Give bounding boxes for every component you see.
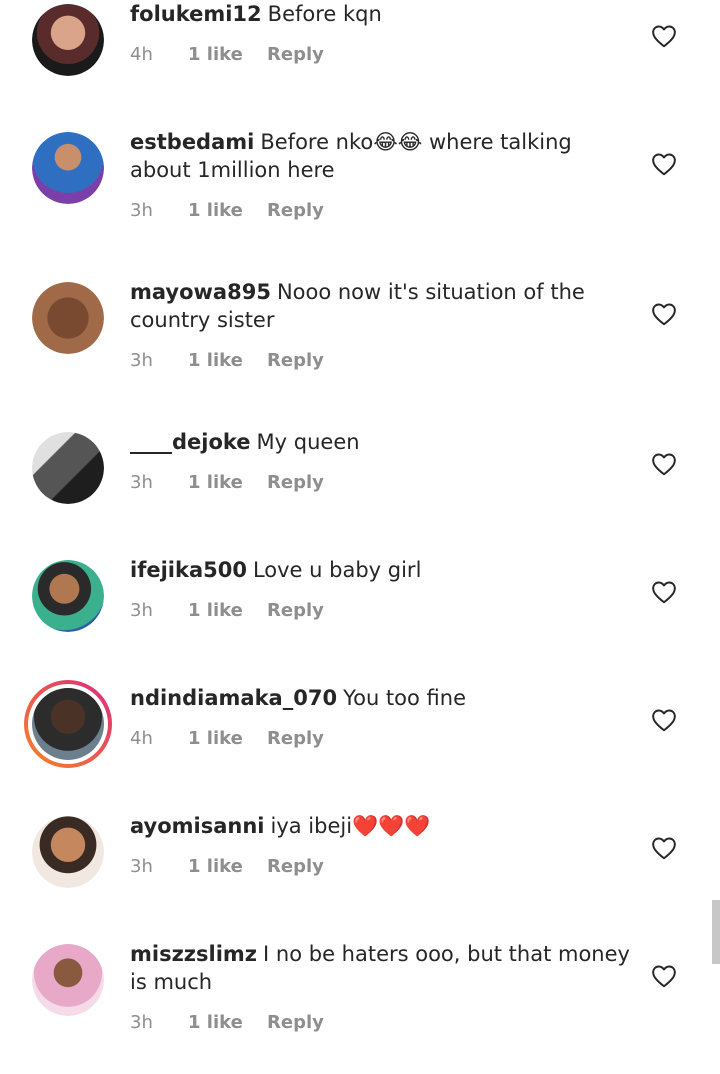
- comment-meta: 3h 1 like Reply: [130, 856, 324, 877]
- comment-time: 4h: [130, 728, 153, 749]
- comment-time: 3h: [130, 1012, 153, 1033]
- story-avatar[interactable]: [24, 680, 112, 768]
- reply-button[interactable]: Reply: [267, 200, 324, 221]
- heart-outline-icon[interactable]: [651, 302, 677, 326]
- reply-button[interactable]: Reply: [267, 856, 324, 877]
- comment-meta: 3h 1 like Reply: [130, 472, 324, 493]
- comment-time: 3h: [130, 200, 153, 221]
- comment-username[interactable]: ndindiamaka_070: [130, 686, 337, 710]
- comment-meta: 4h 1 like Reply: [130, 44, 324, 65]
- comment-meta: 4h 1 like Reply: [130, 728, 324, 749]
- comment-time: 3h: [130, 350, 153, 371]
- comment-text: miszzslimz I no be haters ooo, but that m…: [130, 940, 630, 996]
- comment-likes[interactable]: 1 like: [188, 472, 267, 493]
- avatar[interactable]: [32, 282, 104, 354]
- comment-text: ayomisanni iya ibeji❤️❤️❤️: [130, 812, 630, 840]
- reply-button[interactable]: Reply: [267, 600, 324, 621]
- avatar[interactable]: [32, 4, 104, 76]
- comment-body: iya ibeji❤️❤️❤️: [270, 814, 431, 838]
- comment-text: folukemi12 Before kqn: [130, 0, 630, 28]
- comment-text: mayowa895 Nooo now it's situation of the …: [130, 278, 630, 334]
- reply-button[interactable]: Reply: [267, 1012, 324, 1033]
- avatar[interactable]: [32, 560, 104, 632]
- heart-outline-icon[interactable]: [651, 836, 677, 860]
- comment-text: ifejika500 Love u baby girl: [130, 556, 630, 584]
- reply-button[interactable]: Reply: [267, 350, 324, 371]
- comment-body: My queen: [256, 430, 360, 454]
- heart-outline-icon[interactable]: [651, 964, 677, 988]
- comment-meta: 3h 1 like Reply: [130, 1012, 324, 1033]
- comment-body: You too fine: [343, 686, 466, 710]
- avatar[interactable]: [32, 944, 104, 1016]
- comment-time: 3h: [130, 856, 153, 877]
- comment-username[interactable]: ____dejoke: [130, 430, 251, 454]
- comment-text: ndindiamaka_070 You too fine: [130, 684, 630, 712]
- heart-outline-icon[interactable]: [651, 708, 677, 732]
- comment-likes[interactable]: 1 like: [188, 728, 267, 749]
- comment-likes[interactable]: 1 like: [188, 856, 267, 877]
- comment-text: ____dejoke My queen: [130, 428, 630, 456]
- comment-time: 3h: [130, 472, 153, 493]
- heart-outline-icon[interactable]: [651, 580, 677, 604]
- heart-outline-icon[interactable]: [651, 452, 677, 476]
- avatar[interactable]: [32, 132, 104, 204]
- heart-outline-icon[interactable]: [651, 24, 677, 48]
- comment-meta: 3h 1 like Reply: [130, 350, 324, 371]
- comment-likes[interactable]: 1 like: [188, 200, 267, 221]
- comment-likes[interactable]: 1 like: [188, 350, 267, 371]
- comment-username[interactable]: miszzslimz: [130, 942, 257, 966]
- avatar[interactable]: [32, 432, 104, 504]
- comment-time: 4h: [130, 44, 153, 65]
- comment-text: estbedami Before nko😂😂 where talking abou…: [130, 128, 630, 184]
- comment-body: Before kqn: [267, 2, 382, 26]
- comment-username[interactable]: ayomisanni: [130, 814, 265, 838]
- avatar[interactable]: [32, 816, 104, 888]
- comment-likes[interactable]: 1 like: [188, 600, 267, 621]
- heart-outline-icon[interactable]: [651, 152, 677, 176]
- comment-username[interactable]: folukemi12: [130, 2, 262, 26]
- comment-username[interactable]: estbedami: [130, 130, 254, 154]
- comment-meta: 3h 1 like Reply: [130, 200, 324, 221]
- reply-button[interactable]: Reply: [267, 472, 324, 493]
- reply-button[interactable]: Reply: [267, 44, 324, 65]
- comment-meta: 3h 1 like Reply: [130, 600, 324, 621]
- comment-time: 3h: [130, 600, 153, 621]
- comment-likes[interactable]: 1 like: [188, 44, 267, 65]
- comment-body: Love u baby girl: [252, 558, 422, 582]
- comment-likes[interactable]: 1 like: [188, 1012, 267, 1033]
- scrollbar-thumb[interactable]: [712, 900, 720, 964]
- comment-username[interactable]: mayowa895: [130, 280, 271, 304]
- comment-username[interactable]: ifejika500: [130, 558, 247, 582]
- reply-button[interactable]: Reply: [267, 728, 324, 749]
